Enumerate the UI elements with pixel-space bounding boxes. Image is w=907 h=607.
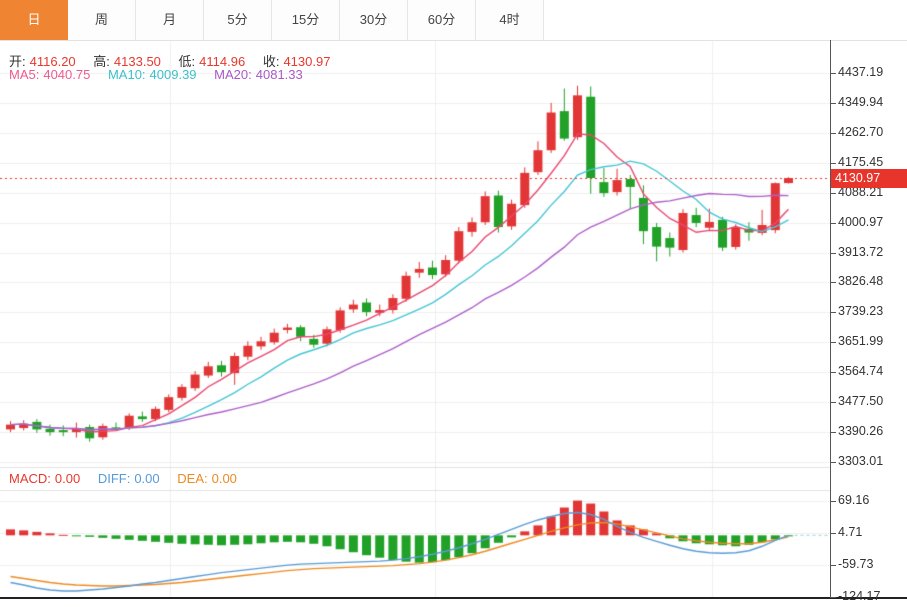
axis-tick [830,253,836,254]
y-axis-label: 3390.26 [838,424,883,438]
dea-label: DEA: [177,471,207,486]
diff-value: 0.00 [134,471,159,486]
axis-tick [830,103,836,104]
ma5-value: 4040.75 [43,67,90,82]
y-axis-label: 3739.23 [838,304,883,318]
price-axis-line [830,40,831,598]
axis-tick [830,133,836,134]
y-axis-label: 4000.97 [838,215,883,229]
chart-bottom-border [0,597,907,599]
y-axis-label: 3826.48 [838,274,883,288]
axis-tick [830,312,836,313]
y-axis-label: 4.71 [838,525,862,539]
last-price-badge: 4130.97 [831,169,907,188]
axis-tick [830,432,836,433]
axis-tick [830,342,836,343]
ma5-label: MA5: [9,67,39,82]
diff-label: DIFF: [98,471,131,486]
y-axis-label: 4349.94 [838,95,883,109]
ma20-value: 4081.33 [256,67,303,82]
axis-tick [830,73,836,74]
macd-readout: MACD:0.00 DIFF:0.00 DEA:0.00 [9,471,241,486]
ma10-value: 4009.39 [150,67,197,82]
trading-chart-app: 日 周 月 5分 15分 30分 60分 4时 开:4116.20 高:4133… [0,0,907,607]
axis-tick [830,501,836,502]
axis-tick [830,462,836,463]
candlestick-chart-canvas[interactable] [0,0,907,607]
y-axis-label: 3651.99 [838,334,883,348]
axis-tick [830,565,836,566]
ma20-label: MA20: [214,67,252,82]
dea-value: 0.00 [212,471,237,486]
macd-label: MACD: [9,471,51,486]
y-axis-label: 4262.70 [838,125,883,139]
macd-value: 0.00 [55,471,80,486]
y-axis-label: 69.16 [838,493,869,507]
axis-tick [830,402,836,403]
y-axis-label: -124.17 [838,589,880,603]
axis-tick [830,282,836,283]
ma-readout: MA5: 4040.75 MA10: 4009.39 MA20: 4081.33 [9,67,307,82]
axis-tick [830,372,836,373]
y-axis-label: 3303.01 [838,454,883,468]
axis-tick [830,163,836,164]
axis-tick [830,533,836,534]
y-axis-label: 4175.45 [838,155,883,169]
y-axis-label: 3477.50 [838,394,883,408]
y-axis-label: 4437.19 [838,65,883,79]
axis-tick [830,193,836,194]
y-axis-label: 3564.74 [838,364,883,378]
y-axis-label: 3913.72 [838,245,883,259]
axis-tick [830,223,836,224]
y-axis-label: -59.73 [838,557,873,571]
axis-tick [830,597,836,598]
ma10-label: MA10: [108,67,146,82]
